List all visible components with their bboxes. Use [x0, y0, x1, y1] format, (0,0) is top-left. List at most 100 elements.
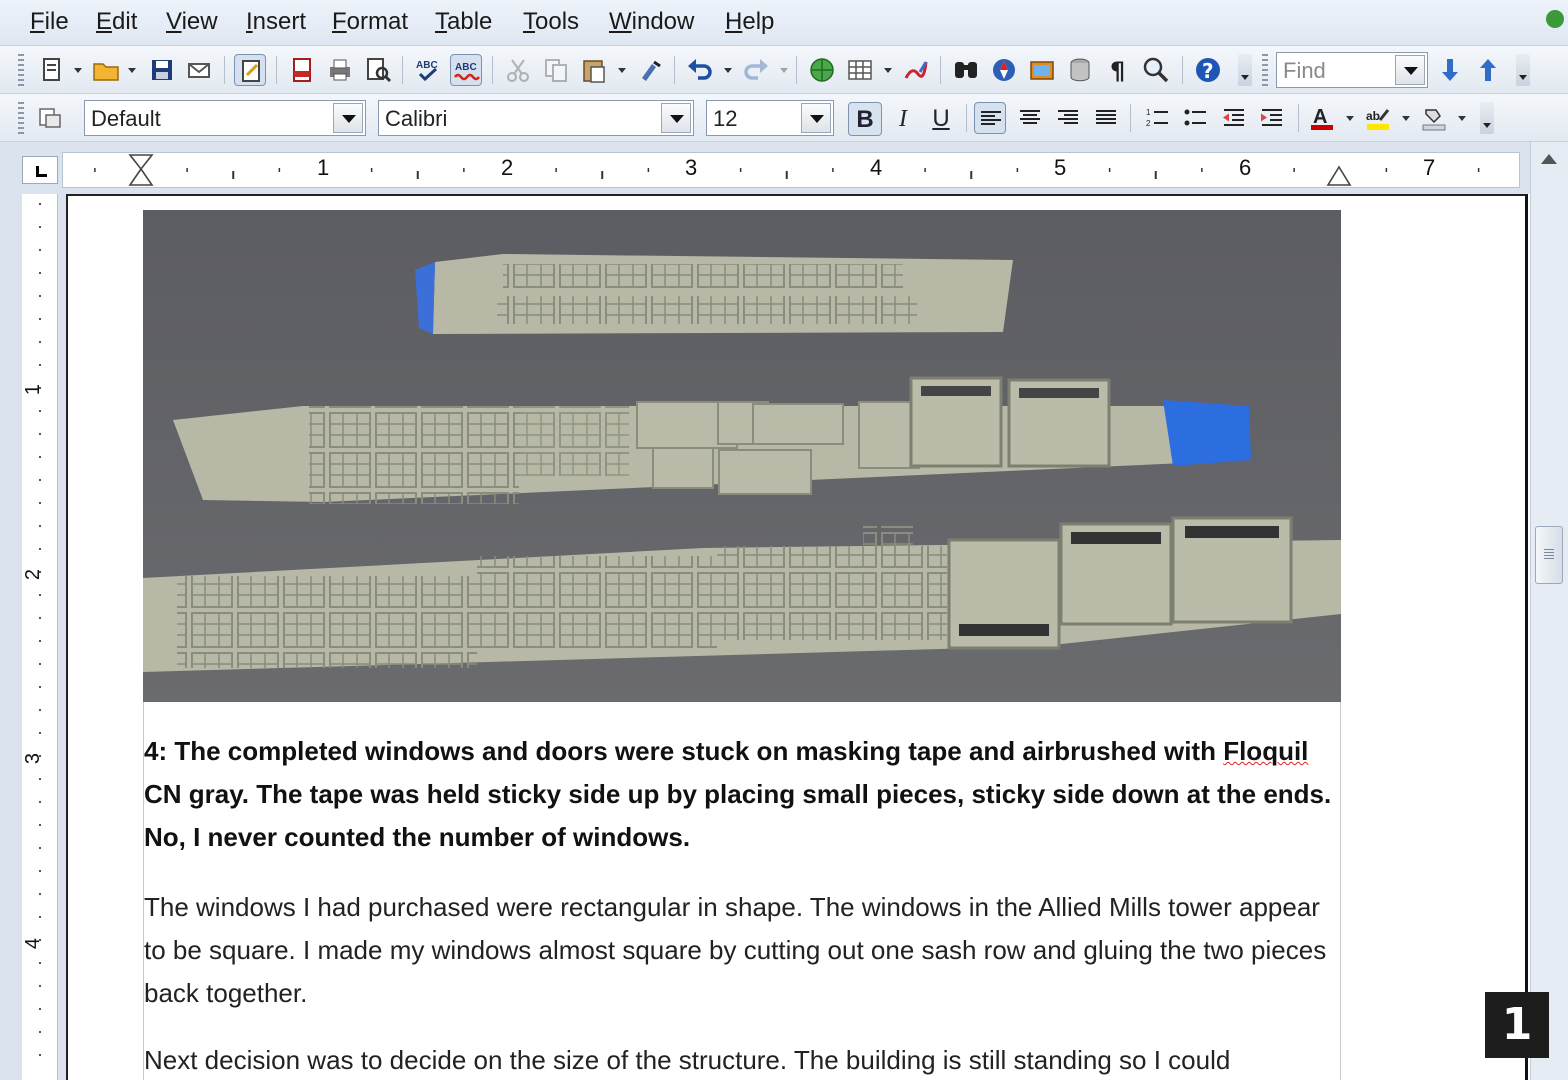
print-icon[interactable]	[324, 54, 356, 86]
paragraph-style-select[interactable]: Default	[84, 100, 366, 136]
highlighting-dropdown-chevron-icon[interactable]	[1402, 116, 1410, 121]
svg-text:A: A	[1313, 106, 1327, 128]
print-preview-icon[interactable]	[362, 54, 394, 86]
align-right-icon[interactable]	[1052, 102, 1084, 134]
font-size-chevron-icon[interactable]	[801, 103, 831, 133]
menu-format[interactable]: Format	[332, 8, 408, 36]
styles-formatting-icon[interactable]	[34, 102, 66, 134]
find-replace-icon[interactable]	[950, 54, 982, 86]
spellcheck-icon[interactable]: ABC	[412, 54, 444, 86]
svg-text:¶: ¶	[1110, 57, 1125, 85]
table-dropdown-chevron-icon[interactable]	[884, 68, 892, 73]
decrease-indent-icon[interactable]	[1218, 102, 1250, 134]
edit-mode-icon[interactable]	[234, 54, 266, 86]
undo-dropdown-chevron-icon[interactable]	[724, 68, 732, 73]
paragraph-style-value: Default	[91, 106, 161, 131]
menu-window[interactable]: Window	[609, 8, 694, 36]
new-document-icon[interactable]	[36, 54, 68, 86]
font-name-chevron-icon[interactable]	[661, 103, 691, 133]
justify-icon[interactable]	[1090, 102, 1122, 134]
open-dropdown-chevron-icon[interactable]	[128, 68, 136, 73]
redo-dropdown-chevron-icon[interactable]	[780, 68, 788, 73]
tab-stop-type-icon[interactable]	[22, 156, 58, 184]
bullets-icon[interactable]	[1180, 102, 1212, 134]
undo-icon[interactable]	[684, 54, 716, 86]
hyperlink-icon[interactable]	[806, 54, 838, 86]
ruler-area: 1 2 3 4 5 6 7	[0, 142, 1568, 194]
clone-formatting-icon[interactable]	[634, 54, 666, 86]
help-icon[interactable]: ?	[1192, 54, 1224, 86]
paste-icon[interactable]	[578, 54, 610, 86]
auto-spellcheck-icon[interactable]: ABC	[450, 54, 482, 86]
zoom-icon[interactable]	[1140, 54, 1172, 86]
menu-table[interactable]: Table	[435, 8, 492, 36]
formatting-toolbar-grip-icon[interactable]	[18, 102, 24, 134]
copy-icon[interactable]	[540, 54, 572, 86]
new-dropdown-chevron-icon[interactable]	[74, 68, 82, 73]
embedded-photo-painted-windows-on-tape[interactable]	[143, 210, 1341, 702]
find-previous-arrow-icon[interactable]	[1472, 54, 1504, 86]
left-indent-marker-icon[interactable]	[127, 153, 157, 187]
left-frame	[0, 142, 22, 1080]
caption-misspelled-word[interactable]: Floquil	[1223, 736, 1308, 766]
svg-text:?: ?	[1202, 59, 1214, 83]
find-dropdown-chevron-icon[interactable]	[1395, 55, 1425, 85]
menu-tools[interactable]: Tools	[523, 8, 579, 36]
update-available-icon[interactable]	[1546, 10, 1564, 28]
save-icon[interactable]	[146, 54, 178, 86]
toolbar-grip-icon[interactable]	[18, 54, 24, 86]
export-pdf-icon[interactable]	[286, 54, 318, 86]
font-size-select[interactable]: 12	[706, 100, 834, 136]
background-color-icon[interactable]	[1418, 102, 1450, 134]
menu-view[interactable]: View	[166, 8, 218, 36]
body-paragraph-2: Next decision was to decide on the size …	[144, 1045, 1231, 1075]
menu-help[interactable]: Help	[725, 8, 774, 36]
right-indent-marker-icon[interactable]	[1325, 153, 1355, 187]
redo-icon[interactable]	[740, 54, 772, 86]
font-color-dropdown-chevron-icon[interactable]	[1346, 116, 1354, 121]
open-folder-icon[interactable]	[90, 54, 122, 86]
underline-button[interactable]: U	[924, 102, 958, 136]
vertical-scrollbar[interactable]	[1530, 142, 1568, 1080]
vruler-mark-3: 3	[22, 752, 45, 765]
paste-dropdown-chevron-icon[interactable]	[618, 68, 626, 73]
find-toolbar-grip-icon[interactable]	[1262, 54, 1268, 86]
formatting-marks-icon[interactable]: ¶	[1102, 54, 1134, 86]
vertical-ruler[interactable]: 1 2 3 4	[22, 194, 58, 1080]
find-input[interactable]: Find	[1276, 52, 1428, 88]
menu-edit[interactable]: Edit	[96, 8, 137, 36]
font-color-icon[interactable]: A	[1306, 102, 1338, 134]
data-sources-icon[interactable]	[1064, 54, 1096, 86]
menu-file[interactable]: File	[30, 8, 69, 36]
ruler-mark-5: 5	[1054, 155, 1067, 180]
align-left-icon[interactable]	[974, 102, 1006, 134]
document-page[interactable]: 4: The completed windows and doors were …	[66, 194, 1528, 1080]
font-name-select[interactable]: Calibri	[378, 100, 694, 136]
horizontal-ruler[interactable]: 1 2 3 4 5 6 7	[62, 152, 1520, 188]
background-color-dropdown-chevron-icon[interactable]	[1458, 116, 1466, 121]
ruler-mark-6: 6	[1239, 155, 1252, 180]
find-toolbar-overflow-icon[interactable]	[1516, 54, 1530, 86]
gallery-icon[interactable]	[1026, 54, 1058, 86]
menu-insert[interactable]: Insert	[246, 8, 306, 36]
scroll-up-arrow-icon[interactable]	[1541, 154, 1557, 164]
formatting-toolbar-overflow-icon[interactable]	[1480, 102, 1494, 134]
find-next-arrow-icon[interactable]	[1434, 54, 1466, 86]
insert-table-icon[interactable]	[844, 54, 876, 86]
toolbar-overflow-icon[interactable]	[1238, 54, 1252, 86]
email-document-icon[interactable]	[184, 54, 216, 86]
paragraph-style-chevron-icon[interactable]	[333, 103, 363, 133]
formatting-toolbar: Default Calibri 12 B I U 12 A ab	[0, 94, 1568, 142]
ruler-mark-3: 3	[685, 155, 698, 180]
body-paragraph-1: The windows I had purchased were rectang…	[144, 892, 1327, 1008]
highlighting-icon[interactable]: ab	[1362, 102, 1394, 134]
align-center-icon[interactable]	[1014, 102, 1046, 134]
scrollbar-thumb[interactable]	[1535, 526, 1563, 584]
bold-button[interactable]: B	[848, 102, 882, 136]
navigator-icon[interactable]	[988, 54, 1020, 86]
cut-icon[interactable]	[502, 54, 534, 86]
numbering-icon[interactable]: 12	[1142, 102, 1174, 134]
show-draw-functions-icon[interactable]	[900, 54, 932, 86]
increase-indent-icon[interactable]	[1256, 102, 1288, 134]
italic-button[interactable]: I	[886, 102, 920, 136]
